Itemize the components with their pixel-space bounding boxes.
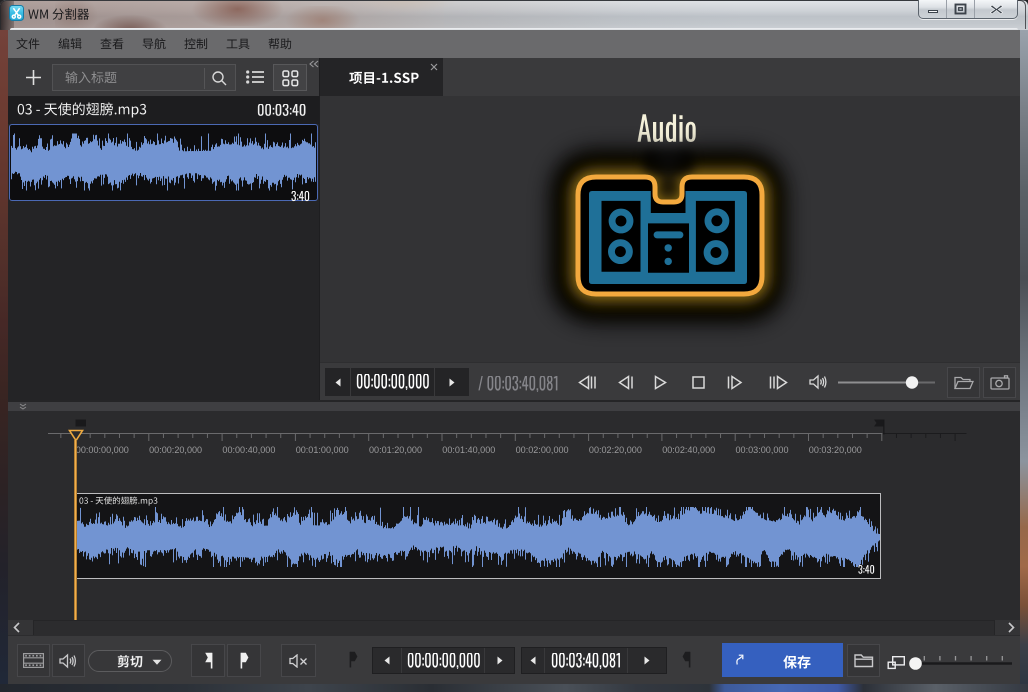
svg-text:00:01:20,000: 00:01:20,000 <box>369 445 422 456</box>
svg-text:00:01:00,000: 00:01:00,000 <box>296 445 349 456</box>
svg-text:00:00:20,000: 00:00:20,000 <box>149 445 202 456</box>
svg-text:00:01:40,000: 00:01:40,000 <box>442 445 495 456</box>
svg-text:00:00:00,000: 00:00:00,000 <box>76 445 129 456</box>
svg-text:00:03:20,000: 00:03:20,000 <box>809 445 862 456</box>
svg-text:00:02:40,000: 00:02:40,000 <box>662 445 715 456</box>
svg-text:00:02:00,000: 00:02:00,000 <box>516 445 569 456</box>
svg-text:00:03:00,000: 00:03:00,000 <box>736 445 789 456</box>
svg-text:00:02:20,000: 00:02:20,000 <box>589 445 642 456</box>
svg-text:00:00:40,000: 00:00:40,000 <box>222 445 275 456</box>
